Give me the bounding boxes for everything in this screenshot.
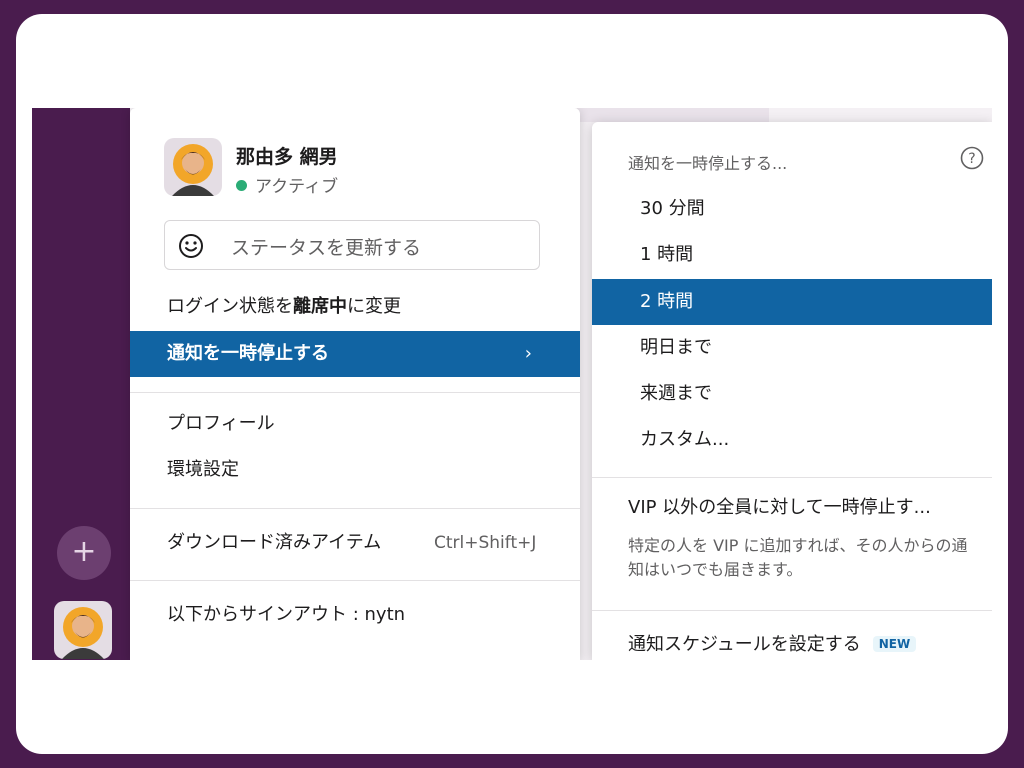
user-header: 那由多 網男 アクティブ [164,138,564,198]
help-icon[interactable]: ? [960,146,984,170]
downloads-shortcut: Ctrl+Shift+J [434,533,537,553]
pause-option[interactable]: カスタム... [592,417,992,463]
menu-item-downloads[interactable]: ダウンロード済みアイテム Ctrl+Shift+J [130,520,580,566]
pause-option-selected[interactable]: 2 時間 [592,279,992,325]
pause-except-vip[interactable]: VIP 以外の全員に対して一時停止す... [628,493,931,519]
menu-divider [130,508,580,509]
submenu-divider [592,610,992,611]
menu-divider [130,580,580,581]
notification-schedule-label: 通知スケジュールを設定する [628,634,861,655]
add-workspace-button[interactable]: + [57,526,111,580]
rail-avatar[interactable] [54,601,112,659]
avatar-icon [172,144,214,196]
user-menu: 那由多 網男 アクティブ ステータスを更新する ログイン状態を離席中に変更 通知… [130,108,580,660]
smile-icon [179,234,203,258]
notification-schedule-item[interactable]: 通知スケジュールを設定する NEW [628,630,917,656]
vip-description: 特定の人を VIP に追加すれば、その人からの通知はいつでも届きます。 [628,536,968,579]
preferences-label: 環境設定 [167,459,239,480]
menu-item-set-away[interactable]: ログイン状態を離席中に変更 [130,284,580,330]
submenu-divider [592,477,992,478]
new-badge: NEW [872,636,917,652]
background-strip [577,108,769,122]
pause-option[interactable]: 30 分間 [592,186,992,232]
submenu-header: 通知を一時停止する... [628,154,788,173]
set-away-bold: 離席中 [293,296,347,317]
user-avatar [164,138,222,196]
set-away-prefix: ログイン状態を [167,296,293,317]
active-status-icon [236,180,247,191]
set-away-suffix: に変更 [347,296,401,317]
app-window: + 那由多 網男 アクティブ ステータスを更新する ログイン状態を離席中に変更 … [32,108,992,660]
status-placeholder: ステータスを更新する [231,237,422,259]
pause-option[interactable]: 1 時間 [592,232,992,278]
menu-item-preferences[interactable]: 環境設定 [130,447,580,493]
user-name: 那由多 網男 [236,146,338,168]
chevron-right-icon: › [524,343,532,364]
menu-item-pause-notifications[interactable]: 通知を一時停止する › [130,331,580,377]
avatar-icon [62,607,104,659]
pause-option[interactable]: 来週まで [592,371,992,417]
menu-divider [130,392,580,393]
workspace-rail: + [32,108,130,660]
profile-label: プロフィール [167,413,275,434]
downloads-label: ダウンロード済みアイテム [167,532,382,553]
menu-item-sign-out[interactable]: 以下からサインアウト : nytn [130,592,580,638]
pause-notifications-submenu: 通知を一時停止する... ? 30 分間 1 時間 2 時間 明日まで 来週まで… [592,122,992,660]
svg-text:?: ? [968,151,975,167]
pause-option[interactable]: 明日まで [592,325,992,371]
pause-notifications-label: 通知を一時停止する [167,343,329,364]
sign-out-label: 以下からサインアウト : nytn [167,604,406,625]
status-input[interactable]: ステータスを更新する [164,220,540,270]
menu-item-profile[interactable]: プロフィール [130,401,580,447]
user-status: アクティブ [236,172,338,197]
screenshot-frame: + 那由多 網男 アクティブ ステータスを更新する ログイン状態を離席中に変更 … [16,14,1008,754]
user-status-label: アクティブ [255,177,339,197]
